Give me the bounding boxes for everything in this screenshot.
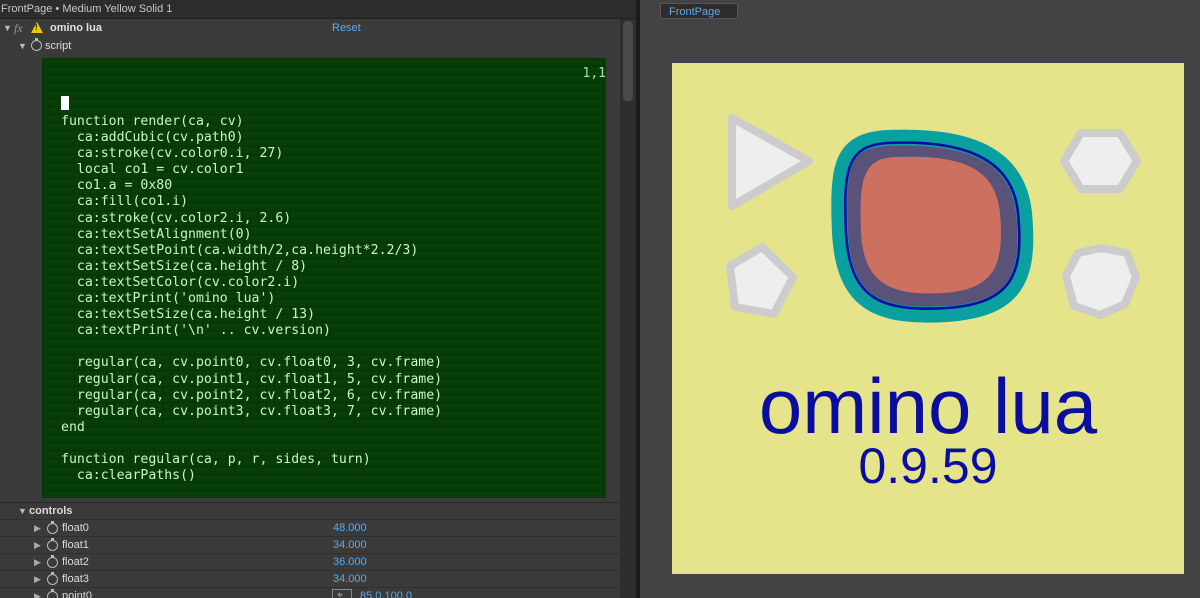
effect-header-row[interactable]: ▼ fx ! omino lua Reset: [0, 19, 620, 37]
control-name: point0: [62, 590, 92, 598]
stopwatch-icon[interactable]: [47, 555, 58, 568]
stopwatch-icon[interactable]: [47, 589, 58, 598]
chevron-right-icon[interactable]: ▶: [34, 520, 41, 537]
effect-controls-panel: FrontPage • Medium Yellow Solid 1 ▼ fx !…: [0, 0, 636, 598]
tab-frontpage[interactable]: FrontPage: [660, 3, 738, 19]
control-row-float1[interactable]: ▶ float1 34.000: [0, 536, 620, 554]
stopwatch-icon[interactable]: [47, 521, 58, 534]
hexagon-shape: [1060, 129, 1141, 193]
chevron-right-icon[interactable]: ▶: [34, 571, 41, 588]
stopwatch-icon[interactable]: [47, 538, 58, 551]
control-name: float0: [62, 522, 89, 534]
control-row-float3[interactable]: ▶ float3 34.000: [0, 570, 620, 588]
chevron-right-icon[interactable]: ▶: [34, 537, 41, 554]
blob-inner-fill: [860, 156, 1001, 294]
script-label: script: [45, 40, 72, 52]
panel-title: FrontPage • Medium Yellow Solid 1: [0, 0, 636, 19]
control-row-float0[interactable]: ▶ float0 48.000: [0, 519, 620, 537]
cursor-position: 1,1: [582, 66, 606, 81]
script-row[interactable]: ▼ script: [0, 37, 620, 55]
chevron-down-icon[interactable]: ▼: [18, 37, 27, 55]
reset-button[interactable]: Reset: [332, 19, 361, 37]
control-row-point0[interactable]: ▶ point0 85.0,100.0: [0, 587, 620, 598]
pentagon-shape: [726, 243, 797, 318]
control-value[interactable]: 36.000: [333, 554, 367, 571]
effect-name: omino lua: [50, 22, 102, 34]
script-editor[interactable]: 1,1 function render(ca, cv) ca:addCubic(…: [42, 58, 606, 498]
control-name: float2: [62, 556, 89, 568]
warning-icon: !: [31, 22, 43, 33]
composition-panel: FrontPage omino lua 0.9.59: [640, 0, 1200, 598]
chevron-right-icon[interactable]: ▶: [34, 554, 41, 571]
control-value[interactable]: 85.0,100.0: [360, 588, 412, 598]
text-caret: [61, 96, 69, 110]
composition-canvas[interactable]: omino lua 0.9.59: [672, 63, 1184, 574]
version-label: 0.9.59: [858, 438, 997, 494]
stopwatch-icon[interactable]: [47, 572, 58, 585]
control-value[interactable]: 34.000: [333, 571, 367, 588]
chevron-down-icon[interactable]: ▼: [3, 19, 12, 37]
fx-toggle[interactable]: fx: [14, 19, 23, 37]
control-name: float3: [62, 573, 89, 585]
vertical-scrollbar[interactable]: [620, 19, 636, 598]
heptagon-shape: [1062, 244, 1140, 319]
control-name: float1: [62, 539, 89, 551]
chevron-right-icon[interactable]: ▶: [34, 588, 41, 598]
control-value[interactable]: 48.000: [333, 520, 367, 537]
omino-lua-title: omino lua: [759, 362, 1098, 450]
triangle-shape: [728, 114, 813, 210]
controls-group-header[interactable]: ▼ controls: [0, 502, 620, 520]
controls-label: controls: [29, 505, 73, 517]
canvas-render: omino lua 0.9.59: [726, 114, 1141, 494]
scrollbar-thumb[interactable]: [623, 21, 633, 101]
chevron-down-icon[interactable]: ▼: [18, 503, 27, 520]
code-text[interactable]: function render(ca, cv) ca:addCubic(cv.p…: [61, 114, 442, 484]
point-target-icon[interactable]: [332, 587, 352, 598]
stopwatch-icon[interactable]: [31, 38, 42, 51]
control-value[interactable]: 34.000: [333, 537, 367, 554]
control-row-float2[interactable]: ▶ float2 36.000: [0, 553, 620, 571]
